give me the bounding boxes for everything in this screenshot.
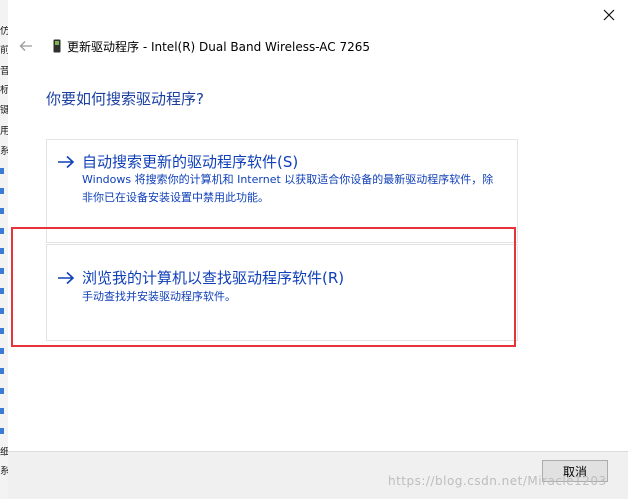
right-arrow-icon — [57, 155, 75, 169]
watermark-text: https://blog.csdn.net/Miracle1203 — [388, 474, 607, 488]
background-list-marker — [0, 288, 4, 294]
update-driver-dialog: 更新驱动程序 - Intel(R) Dual Band Wireless-AC … — [8, 0, 628, 499]
option-title-label: 浏览我的计算机以查找驱动程序软件(R) — [82, 269, 345, 287]
background-char: 前 — [0, 45, 8, 57]
background-list-marker — [0, 228, 4, 234]
background-list-marker — [0, 368, 4, 374]
background-char: 音 — [0, 66, 8, 78]
right-arrow-icon — [57, 271, 75, 285]
background-list-marker — [0, 308, 4, 314]
window-title: 更新驱动程序 - Intel(R) Dual Band Wireless-AC … — [67, 39, 371, 54]
dialog-header: 更新驱动程序 - Intel(R) Dual Band Wireless-AC … — [18, 36, 370, 56]
option-description: 手动查找并安装驱动程序软件。 — [82, 290, 236, 303]
background-list-marker — [0, 388, 4, 394]
background-char: 系 — [0, 146, 8, 158]
background-list-marker — [0, 188, 4, 194]
background-char: 细 — [0, 447, 8, 459]
device-icon — [53, 39, 61, 53]
option-title-row: 浏览我的计算机以查找驱动程序软件(R) — [57, 267, 344, 288]
browse-computer-option[interactable]: 浏览我的计算机以查找驱动程序软件(R) 手动查找并安装驱动程序软件。 — [46, 244, 518, 341]
background-list-marker — [0, 168, 4, 174]
background-list-marker — [0, 348, 4, 354]
background-char: 系 — [0, 466, 8, 478]
close-icon — [603, 9, 615, 21]
background-list-marker — [0, 208, 4, 214]
close-button[interactable] — [598, 4, 620, 26]
background-list-marker — [0, 328, 4, 334]
background-list-marker — [0, 268, 4, 274]
background-char: 标 — [0, 85, 8, 97]
option-description: Windows 将搜索你的计算机和 Internet 以获取适合你设备的最新驱动… — [82, 173, 494, 204]
background-char: 键 — [0, 105, 8, 117]
background-char: 仿 — [0, 26, 8, 38]
background-list-marker — [0, 248, 4, 254]
background-char: 用 — [0, 126, 8, 138]
background-list-marker — [0, 428, 4, 434]
back-button[interactable] — [18, 38, 34, 54]
option-title-row: 自动搜索更新的驱动程序软件(S) — [57, 151, 298, 172]
auto-search-option[interactable]: 自动搜索更新的驱动程序软件(S) Windows 将搜索你的计算机和 Inter… — [46, 139, 518, 243]
back-arrow-icon — [19, 41, 32, 51]
page-question: 你要如何搜索驱动程序? — [46, 90, 204, 108]
dialog-footer: 取消 https://blog.csdn.net/Miracle1203 — [8, 451, 628, 499]
option-title-label: 自动搜索更新的驱动程序软件(S) — [82, 153, 299, 171]
background-list-marker — [0, 408, 4, 414]
